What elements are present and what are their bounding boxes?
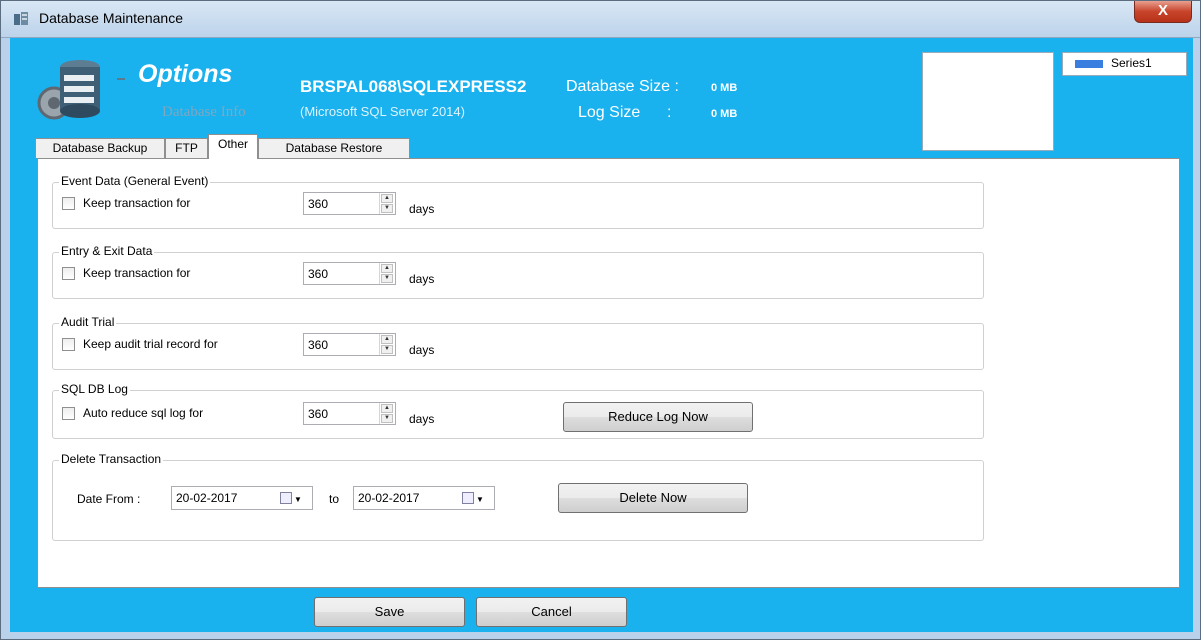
spinner-value: 360 xyxy=(308,338,329,352)
calendar-icon[interactable] xyxy=(462,492,474,504)
delete-transaction-group: Delete Transaction Date From : 20-02-201… xyxy=(52,452,984,541)
tab-database-restore[interactable]: Database Restore xyxy=(258,138,410,158)
reduce-log-now-button[interactable]: Reduce Log Now xyxy=(563,402,753,432)
calendar-icon[interactable] xyxy=(280,492,292,504)
size-chart xyxy=(922,52,1054,151)
options-title: Options xyxy=(138,60,233,88)
tab-ftp[interactable]: FTP xyxy=(165,138,208,158)
legend-swatch xyxy=(1075,60,1103,68)
date-from-value: 20-02-2017 xyxy=(176,491,238,505)
to-label: to xyxy=(329,492,340,506)
audit-days-spinner[interactable]: 360 ▲ ▼ xyxy=(303,333,396,356)
database-size-label: Database Size : xyxy=(566,78,679,95)
spin-down-icon[interactable]: ▼ xyxy=(381,204,393,213)
database-info-label: Database Info xyxy=(162,104,246,120)
log-size-colon: : xyxy=(667,104,672,121)
spin-down-icon[interactable]: ▼ xyxy=(381,414,393,423)
audit-trial-group: Audit Trial Keep audit trial record for … xyxy=(52,315,984,370)
group-title: Event Data (General Event) xyxy=(59,174,211,188)
spin-up-icon[interactable]: ▲ xyxy=(381,194,393,203)
date-to-picker[interactable]: 20-02-2017 ▼ xyxy=(353,486,495,510)
checkbox-label: Keep transaction for xyxy=(83,266,191,280)
days-unit: days xyxy=(409,343,435,357)
close-button[interactable]: X xyxy=(1134,1,1192,23)
checkbox-label: Keep audit trial record for xyxy=(83,337,218,351)
event-days-spinner[interactable]: 360 ▲ ▼ xyxy=(303,192,396,215)
days-unit: days xyxy=(409,202,435,216)
spin-down-icon[interactable]: ▼ xyxy=(381,274,393,283)
chevron-down-icon[interactable]: ▼ xyxy=(294,495,302,504)
group-title: Audit Trial xyxy=(59,315,117,329)
spinner-buttons: ▲ ▼ xyxy=(379,334,395,355)
date-from-picker[interactable]: 20-02-2017 ▼ xyxy=(171,486,313,510)
checkbox-label: Keep transaction for xyxy=(83,196,191,210)
main-panel: Options Database Info BRSPAL068\SQLEXPRE… xyxy=(10,38,1193,632)
event-data-group: Event Data (General Event) Keep transact… xyxy=(52,174,984,229)
group-title: Delete Transaction xyxy=(59,452,164,466)
cancel-button[interactable]: Cancel xyxy=(476,597,627,627)
tab-label: Database Restore xyxy=(285,141,383,155)
auto-reduce-log-checkbox[interactable] xyxy=(62,407,75,420)
tab-other[interactable]: Other xyxy=(208,134,258,159)
keep-event-checkbox[interactable] xyxy=(62,197,75,210)
database-maintenance-window: Database Maintenance X Options Database … xyxy=(0,0,1201,640)
group-title: Entry & Exit Data xyxy=(59,244,155,258)
date-to-value: 20-02-2017 xyxy=(358,491,420,505)
tab-database-backup[interactable]: Database Backup xyxy=(35,138,165,158)
spinner-value: 360 xyxy=(308,267,329,281)
keep-entry-exit-checkbox[interactable] xyxy=(62,267,75,280)
window-title: Database Maintenance xyxy=(39,10,183,26)
database-app-icon xyxy=(14,12,28,25)
tab-label: Database Backup xyxy=(52,141,148,155)
checkbox-label: Auto reduce sql log for xyxy=(83,406,204,420)
spinner-buttons: ▲ ▼ xyxy=(379,263,395,284)
legend-series-label: Series1 xyxy=(1111,56,1152,70)
spin-down-icon[interactable]: ▼ xyxy=(381,345,393,354)
other-tab-panel: Event Data (General Event) Keep transact… xyxy=(37,158,1180,588)
save-button[interactable]: Save xyxy=(314,597,465,627)
entry-exit-group: Entry & Exit Data Keep transaction for 3… xyxy=(52,244,984,299)
tab-label: FTP xyxy=(175,141,198,155)
sql-db-log-group: SQL DB Log Auto reduce sql log for 360 ▲… xyxy=(52,382,984,439)
spin-up-icon[interactable]: ▲ xyxy=(381,404,393,413)
database-size-value: 0 MB xyxy=(711,82,738,94)
sql-log-days-spinner[interactable]: 360 ▲ ▼ xyxy=(303,402,396,425)
server-name: BRSPAL068\SQLEXPRESS2 xyxy=(300,77,527,96)
spinner-value: 360 xyxy=(308,197,329,211)
group-title: SQL DB Log xyxy=(59,382,130,396)
days-unit: days xyxy=(409,412,435,426)
spin-up-icon[interactable]: ▲ xyxy=(381,335,393,344)
spin-up-icon[interactable]: ▲ xyxy=(381,264,393,273)
days-unit: days xyxy=(409,272,435,286)
chevron-down-icon[interactable]: ▼ xyxy=(476,495,484,504)
date-from-label: Date From : xyxy=(77,492,141,506)
spinner-buttons: ▲ ▼ xyxy=(379,193,395,214)
delete-now-button[interactable]: Delete Now xyxy=(558,483,748,513)
server-version: (Microsoft SQL Server 2014) xyxy=(300,104,465,119)
chart-legend: Series1 xyxy=(1062,52,1187,76)
log-size-value: 0 MB xyxy=(711,108,738,120)
entry-exit-days-spinner[interactable]: 360 ▲ ▼ xyxy=(303,262,396,285)
keep-audit-checkbox[interactable] xyxy=(62,338,75,351)
close-icon: X xyxy=(1157,2,1168,19)
database-maintenance-icon xyxy=(37,60,100,120)
spinner-buttons: ▲ ▼ xyxy=(379,403,395,424)
tab-label: Other xyxy=(217,137,248,151)
title-dash xyxy=(117,78,125,80)
title-bar[interactable]: Database Maintenance X xyxy=(1,1,1200,38)
log-size-label: Log Size xyxy=(578,104,641,121)
spinner-value: 360 xyxy=(308,407,329,421)
